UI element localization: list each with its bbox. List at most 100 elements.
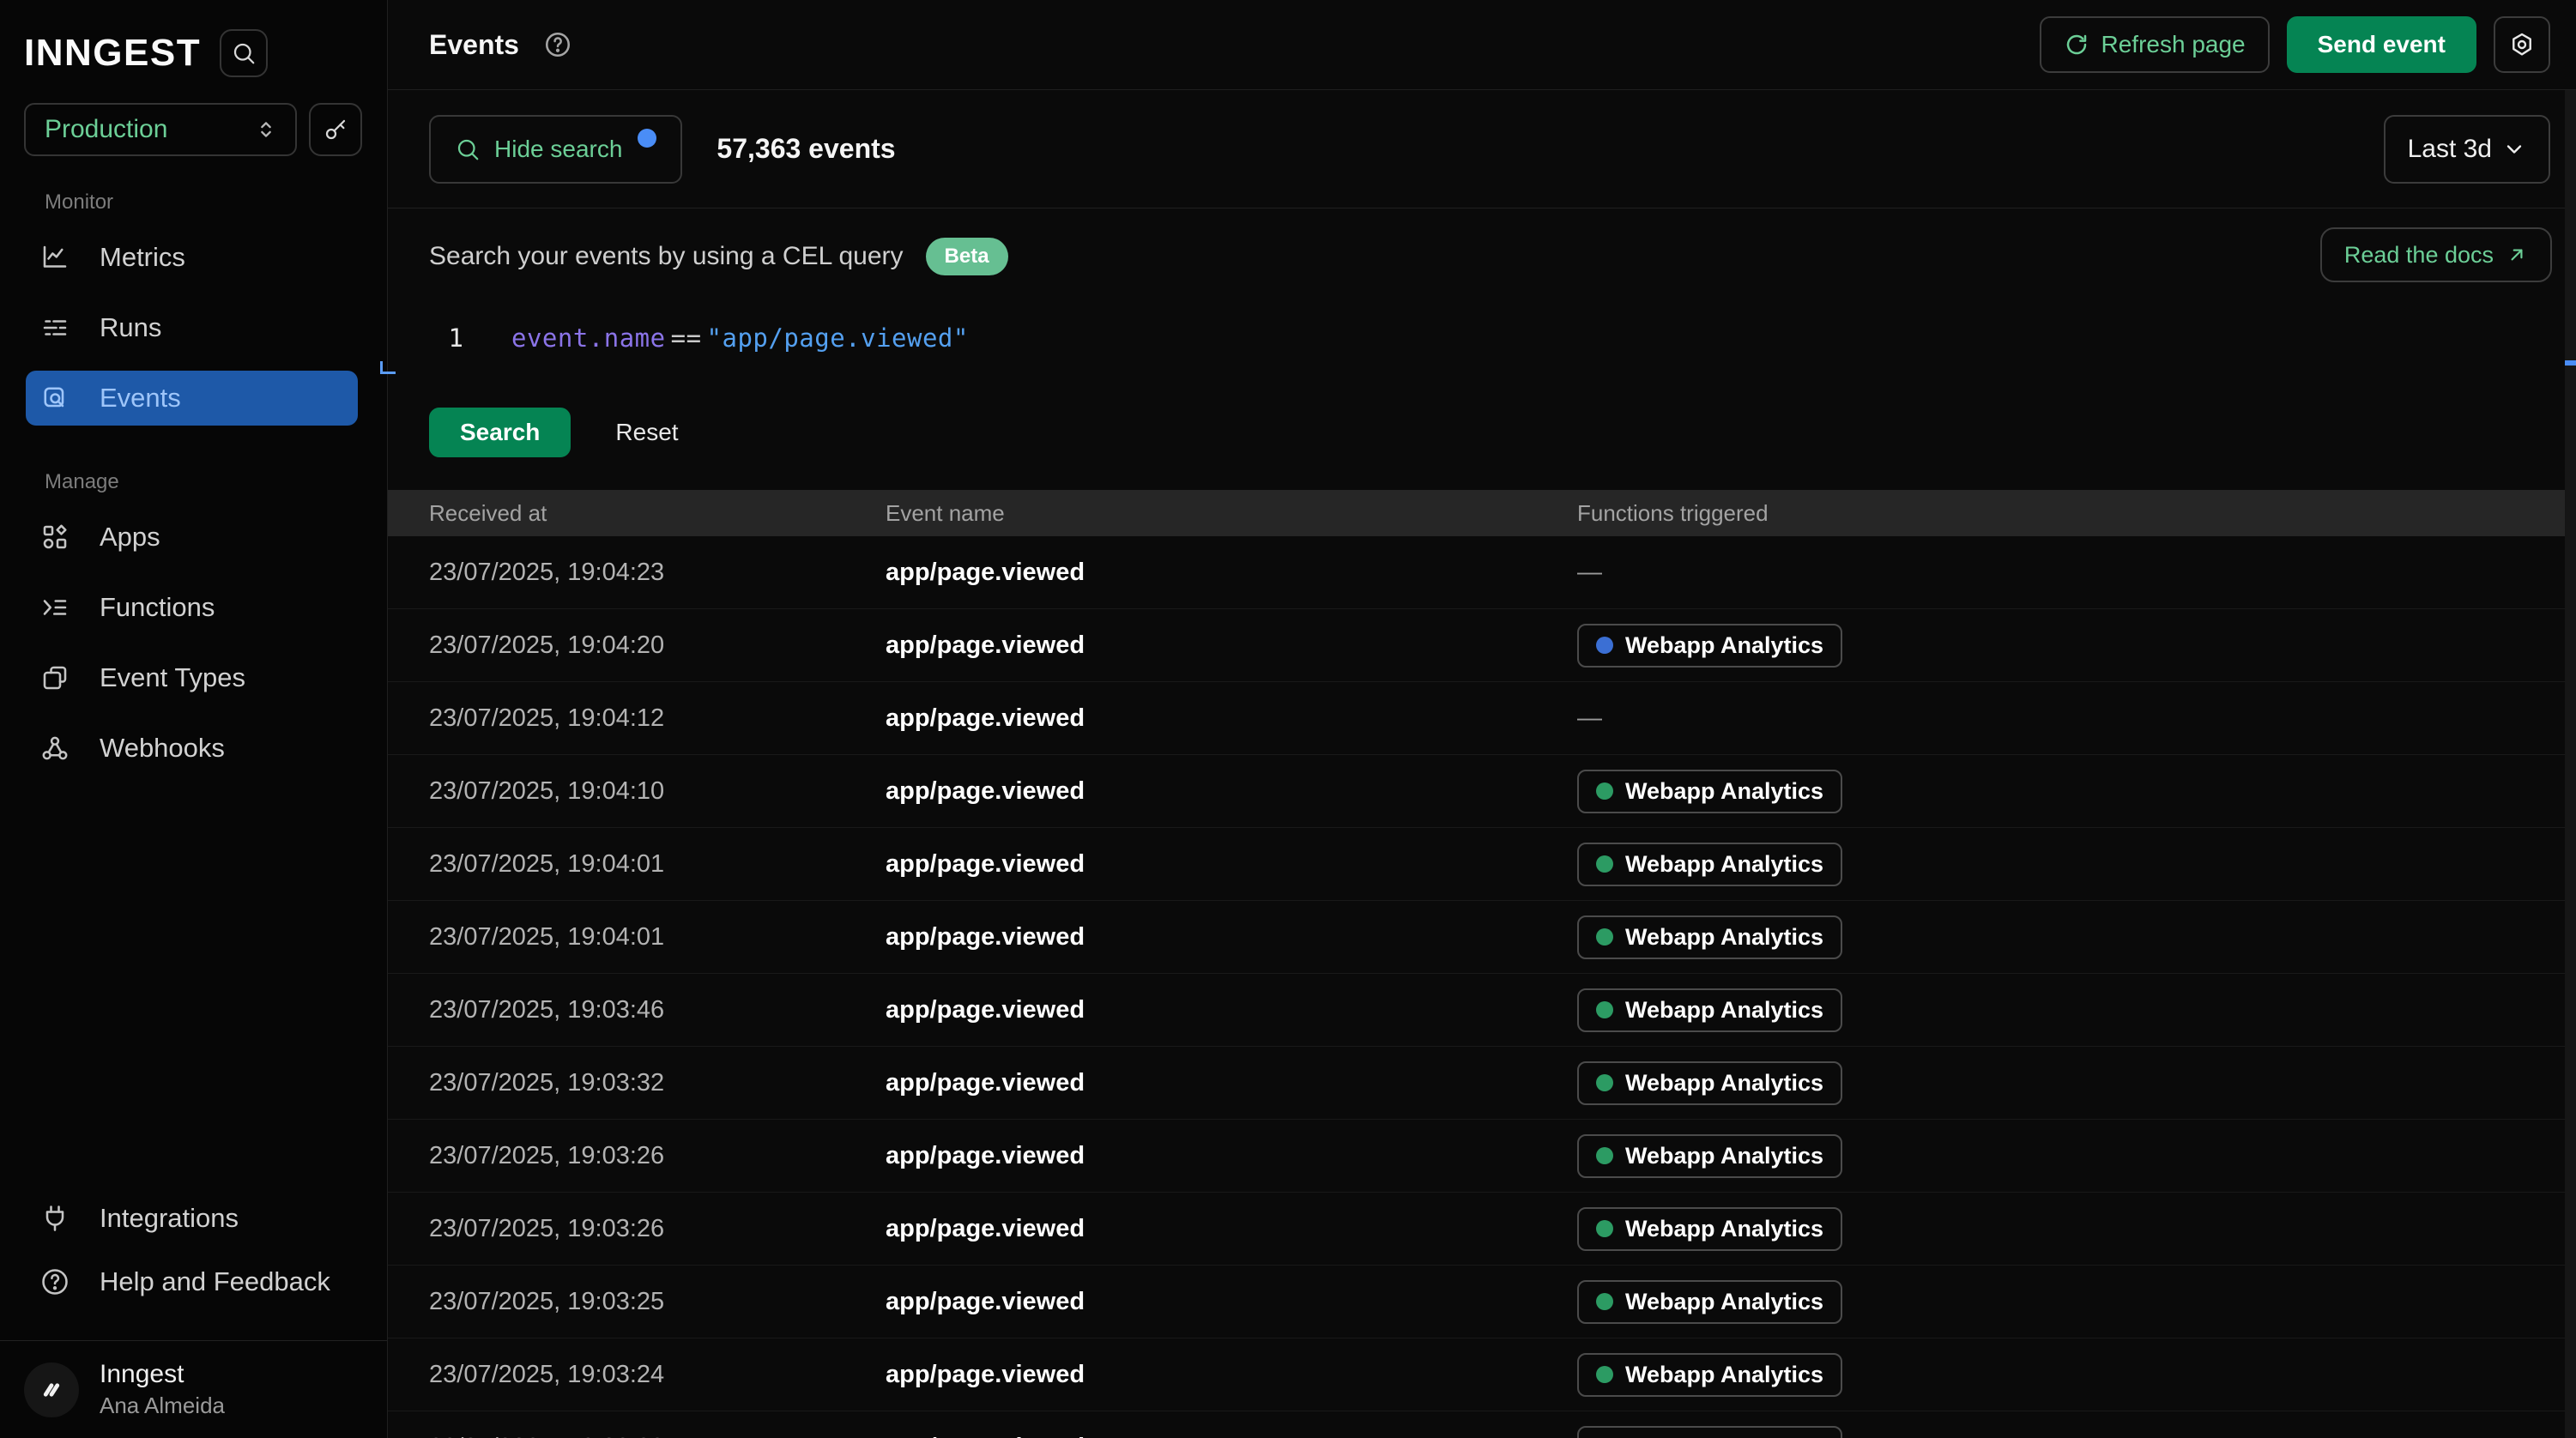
function-badge[interactable]: Webapp Analytics [1577, 1280, 1842, 1324]
page-header: Events Refresh page Send event [388, 0, 2576, 90]
page-scrollbar[interactable] [2565, 90, 2576, 1438]
function-status-dot-running [1596, 637, 1613, 654]
event-name: app/page.viewed [886, 1069, 1577, 1097]
main-content: Events Refresh page Send event [388, 0, 2576, 1438]
hide-search-button[interactable]: Hide search [429, 115, 682, 184]
event-functions-cell: Webapp Analytics [1577, 770, 2576, 813]
sidebar-item-label: Integrations [100, 1203, 239, 1234]
search-reset-button[interactable]: Reset [615, 419, 678, 446]
sidebar-nav: Monitor Metrics Runs Events Manage Apps … [0, 156, 387, 791]
event-keys-button[interactable] [309, 103, 362, 156]
event-functions-cell: Webapp Analytics [1577, 1061, 2576, 1105]
table-row[interactable]: 23/07/2025, 19:03:26 app/page.viewed Web… [388, 1120, 2576, 1193]
page-title: Events [429, 29, 519, 61]
sidebar-item-apps[interactable]: Apps [26, 510, 358, 565]
sidebar-item-help-and-feedback[interactable]: Help and Feedback [26, 1254, 358, 1309]
function-badge[interactable]: Webapp Analytics [1577, 988, 1842, 1032]
profile-menu[interactable]: Inngest Ana Almeida [0, 1340, 387, 1438]
event-functions-cell: Webapp Analytics [1577, 1134, 2576, 1178]
function-name: Webapp Analytics [1625, 1289, 1823, 1315]
event-functions-cell: Webapp Analytics [1577, 988, 2576, 1032]
function-badge[interactable]: Webapp Analytics [1577, 624, 1842, 668]
metrics-icon [39, 242, 77, 273]
event-received-at: 23/07/2025, 19:04:10 [429, 777, 886, 806]
table-row[interactable]: 23/07/2025, 19:04:12 app/page.viewed — [388, 682, 2576, 755]
no-functions-dash: — [1577, 559, 1602, 586]
arrow-up-right-icon [2506, 244, 2528, 266]
sidebar-item-event-types[interactable]: Event Types [26, 650, 358, 705]
function-badge[interactable]: Webapp Analytics [1577, 1207, 1842, 1251]
sidebar-item-integrations[interactable]: Integrations [26, 1191, 358, 1246]
sidebar-search-button[interactable] [220, 29, 268, 77]
table-row[interactable]: 23/07/2025, 19:03:26 app/page.viewed Web… [388, 1193, 2576, 1266]
function-badge[interactable]: Webapp Analytics [1577, 1353, 1842, 1397]
function-name: Webapp Analytics [1625, 1362, 1823, 1388]
table-row[interactable]: 23/07/2025, 19:03:23 app/page.viewed Web… [388, 1411, 2576, 1438]
environment-selector[interactable]: Production [24, 103, 297, 156]
event-received-at: 23/07/2025, 19:03:26 [429, 1215, 886, 1243]
function-badge[interactable]: Webapp Analytics [1577, 770, 1842, 813]
sidebar-item-runs[interactable]: Runs [26, 300, 358, 355]
profile-org-name: Inngest [100, 1360, 225, 1389]
event-functions-cell: Webapp Analytics [1577, 843, 2576, 886]
sidebar-item-label: Metrics [100, 242, 185, 273]
search-submit-label: Search [460, 419, 540, 446]
event-functions-cell: Webapp Analytics [1577, 1280, 2576, 1324]
search-submit-button[interactable]: Search [429, 408, 571, 457]
nav-section-monitor: Monitor [26, 190, 358, 230]
table-row[interactable]: 23/07/2025, 19:04:23 app/page.viewed — [388, 536, 2576, 609]
cel-query-string: "app/page.viewed" [707, 323, 969, 353]
sidebar-item-metrics[interactable]: Metrics [26, 230, 358, 285]
event-received-at: 23/07/2025, 19:03:25 [429, 1288, 886, 1316]
event-name: app/page.viewed [886, 631, 1577, 660]
sidebar-item-functions[interactable]: Functions [26, 580, 358, 635]
read-the-docs-button[interactable]: Read the docs [2320, 227, 2552, 282]
help-icon [39, 1266, 77, 1297]
integrations-icon [39, 1203, 77, 1234]
function-badge[interactable]: Webapp Analytics [1577, 1061, 1842, 1105]
function-status-dot-completed [1596, 1366, 1613, 1383]
settings-button[interactable] [2494, 16, 2550, 73]
page-help-icon[interactable] [543, 30, 572, 59]
column-event-name: Event name [886, 500, 1577, 527]
time-range-label: Last 3d [2408, 135, 2492, 164]
no-functions-dash: — [1577, 704, 1602, 732]
sidebar-item-webhooks[interactable]: Webhooks [26, 721, 358, 776]
send-event-button[interactable]: Send event [2287, 16, 2476, 73]
table-row[interactable]: 23/07/2025, 19:03:24 app/page.viewed Web… [388, 1338, 2576, 1411]
sidebar-item-events[interactable]: Events [26, 371, 358, 426]
cel-query-property: event.name [511, 323, 666, 353]
event-name: app/page.viewed [886, 777, 1577, 806]
apps-icon [39, 522, 77, 553]
event-functions-cell: Webapp Analytics [1577, 1207, 2576, 1251]
table-row[interactable]: 23/07/2025, 19:04:10 app/page.viewed Web… [388, 755, 2576, 828]
sidebar-item-label: Event Types [100, 662, 245, 693]
event-received-at: 23/07/2025, 19:03:46 [429, 996, 886, 1024]
table-row[interactable]: 23/07/2025, 19:04:01 app/page.viewed Web… [388, 828, 2576, 901]
cel-query-editor[interactable]: 1 event.name=="app/page.viewed" [429, 323, 2550, 353]
events-icon [39, 383, 77, 414]
table-row[interactable]: 23/07/2025, 19:04:20 app/page.viewed Web… [388, 609, 2576, 682]
time-range-selector[interactable]: Last 3d [2384, 115, 2550, 184]
function-name: Webapp Analytics [1625, 1143, 1823, 1169]
table-body: 23/07/2025, 19:04:23 app/page.viewed — 2… [388, 536, 2576, 1438]
function-badge[interactable]: Webapp Analytics [1577, 915, 1842, 959]
function-badge[interactable]: Webapp Analytics [1577, 1426, 1842, 1438]
refresh-page-button[interactable]: Refresh page [2040, 16, 2270, 73]
avatar [24, 1362, 79, 1417]
chevrons-up-down-icon [254, 118, 278, 142]
function-status-dot-completed [1596, 782, 1613, 800]
event-received-at: 23/07/2025, 19:03:26 [429, 1142, 886, 1170]
table-row[interactable]: 23/07/2025, 19:03:25 app/page.viewed Web… [388, 1266, 2576, 1338]
function-badge[interactable]: Webapp Analytics [1577, 843, 1842, 886]
function-status-dot-completed [1596, 855, 1613, 873]
event-types-icon [39, 662, 77, 693]
table-row[interactable]: 23/07/2025, 19:03:32 app/page.viewed Web… [388, 1047, 2576, 1120]
table-row[interactable]: 23/07/2025, 19:03:46 app/page.viewed Web… [388, 974, 2576, 1047]
webhooks-icon [39, 733, 77, 764]
beta-badge: Beta [926, 238, 1008, 275]
key-icon [323, 117, 348, 142]
function-name: Webapp Analytics [1625, 778, 1823, 805]
table-row[interactable]: 23/07/2025, 19:04:01 app/page.viewed Web… [388, 901, 2576, 974]
function-badge[interactable]: Webapp Analytics [1577, 1134, 1842, 1178]
